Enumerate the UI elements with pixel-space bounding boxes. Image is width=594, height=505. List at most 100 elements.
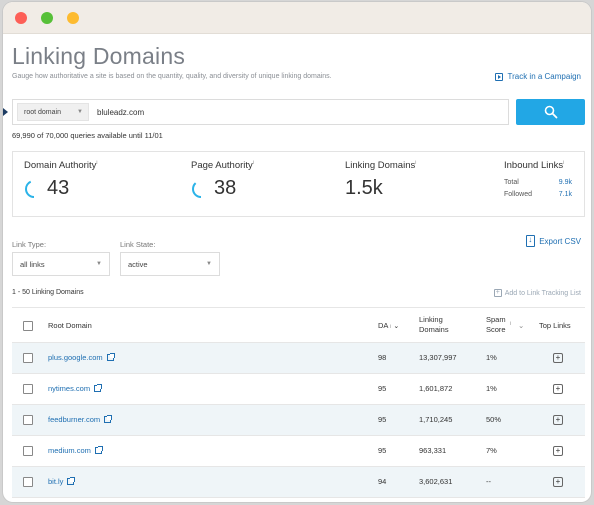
title-bar (3, 2, 591, 34)
metric-label: Page Authority (191, 160, 253, 172)
domain-link[interactable]: bit.ly (48, 477, 76, 486)
row-checkbox[interactable] (23, 477, 33, 487)
metric-page-authority: Page Authorityi 38 (191, 160, 254, 200)
sort-chevron-icon[interactable]: ⌄ (518, 321, 524, 330)
search-button[interactable] (516, 99, 585, 125)
link-type-value: all links (20, 259, 45, 269)
expand-top-links-icon[interactable]: + (553, 415, 563, 425)
col-spam-score[interactable]: Spam Score (486, 315, 506, 335)
current-row-arrow-icon (3, 108, 8, 116)
domain-link[interactable]: feedburner.com (48, 415, 113, 424)
col-root-domain[interactable]: Root Domain (48, 321, 92, 330)
authority-ring-arc (25, 179, 43, 198)
select-all-checkbox[interactable] (23, 321, 33, 331)
metric-inbound-links: Inbound Linksi Total 9.9k Followed 7.1k (504, 160, 572, 201)
external-link-icon[interactable] (94, 446, 103, 454)
add-to-tracking-label: Add to Link Tracking List (504, 289, 581, 297)
info-icon: i (390, 324, 392, 330)
export-csv-button[interactable]: Export CSV (526, 235, 581, 247)
track-campaign-label: Track in a Campaign (507, 72, 581, 81)
table-row: plus.google.com 98 13,307,997 1% + (12, 343, 585, 374)
row-checkbox[interactable] (23, 415, 33, 425)
search-input[interactable]: bluleadz.com (97, 108, 144, 117)
spam-score-value: 1% (486, 353, 497, 362)
link-state-value: active (128, 259, 148, 269)
info-icon[interactable]: i (253, 160, 254, 166)
metric-value: 1.5k (345, 177, 383, 200)
expand-top-links-icon[interactable]: + (553, 477, 563, 487)
external-link-icon[interactable] (104, 415, 113, 423)
chevron-down-icon: ▼ (96, 261, 102, 267)
domain-link[interactable]: nytimes.com (48, 384, 103, 393)
table-row: nytimes.com 95 1,601,872 1% + (12, 374, 585, 405)
row-checkbox[interactable] (23, 384, 33, 394)
da-value: 95 (378, 415, 387, 424)
add-to-tracking-button[interactable]: + Add to Link Tracking List (493, 289, 581, 297)
linking-domains-value: 1,710,245 (419, 415, 453, 424)
da-value: 98 (378, 353, 387, 362)
scope-select[interactable]: root domain ▼ (17, 103, 89, 121)
search-bar: root domain ▼ bluleadz.com (12, 99, 509, 125)
row-checkbox[interactable] (23, 446, 33, 456)
link-state-label: Link State: (120, 240, 156, 249)
domain-link[interactable]: plus.google.com (48, 353, 115, 362)
chevron-down-icon: ▼ (206, 261, 212, 267)
link-state-dropdown[interactable]: active ▼ (120, 252, 220, 276)
info-icon[interactable]: i (563, 160, 564, 166)
app-window: Linking Domains Gauge how authoritative … (3, 2, 591, 502)
results-range: 1 - 50 Linking Domains (12, 289, 84, 296)
col-da[interactable]: DA i ⌄ (378, 321, 399, 330)
authority-ring-icon (192, 179, 210, 198)
metric-label: Domain Authority (24, 160, 97, 172)
inbound-total: Total 9.9k (504, 179, 572, 187)
metric-value: 38 (214, 177, 237, 200)
table-row: feedburner.com 95 1,710,245 50% + (12, 405, 585, 436)
domain-link[interactable]: medium.com (48, 446, 103, 455)
da-value: 94 (378, 477, 387, 486)
domain-name: nytimes.com (48, 384, 91, 393)
external-link-icon[interactable] (67, 477, 76, 485)
da-value: 95 (378, 446, 387, 455)
maximize-window-button[interactable] (67, 12, 79, 24)
page-subtitle: Gauge how authoritative a site is based … (12, 73, 332, 80)
da-value: 95 (378, 384, 387, 393)
external-link-icon[interactable] (94, 384, 103, 392)
close-window-button[interactable] (15, 12, 27, 24)
search-icon (544, 105, 557, 119)
scope-select-value: root domain (24, 108, 61, 116)
col-top-links: Top Links (539, 321, 571, 330)
info-icon[interactable]: i (96, 160, 97, 166)
download-icon (526, 235, 536, 247)
authority-ring-icon (25, 179, 43, 198)
export-csv-label: Export CSV (539, 236, 581, 246)
authority-ring-arc (192, 179, 210, 198)
spam-score-value: 7% (486, 446, 497, 455)
domain-name: bit.ly (48, 477, 64, 486)
expand-top-links-icon[interactable]: + (553, 384, 563, 394)
domain-name: plus.google.com (48, 353, 103, 362)
external-link-icon[interactable] (106, 353, 115, 361)
link-type-dropdown[interactable]: all links ▼ (12, 252, 110, 276)
play-icon (495, 72, 504, 81)
main-content: Linking Domains Gauge how authoritative … (3, 35, 591, 502)
metric-label: Linking Domains (345, 160, 416, 172)
inbound-followed: Followed 7.1k (504, 191, 572, 199)
linking-domains-value: 963,331 (419, 446, 447, 455)
row-checkbox[interactable] (23, 353, 33, 363)
domain-name: medium.com (48, 446, 91, 455)
table-row: bit.ly 94 3,602,631 -- + (12, 467, 585, 498)
spam-score-value: 50% (486, 415, 502, 424)
spam-score-value: 1% (486, 384, 497, 393)
minimize-window-button[interactable] (41, 12, 53, 24)
metric-domain-authority: Domain Authorityi 43 (24, 160, 97, 200)
track-campaign-link[interactable]: Track in a Campaign (495, 72, 581, 81)
col-linking-domains[interactable]: Linking Domains (419, 315, 449, 335)
domain-name: feedburner.com (48, 415, 101, 424)
page-title: Linking Domains (12, 43, 186, 69)
table-header: Root Domain DA i ⌄ Linking Domains Spam Sc… (12, 307, 585, 343)
expand-top-links-icon[interactable]: + (553, 353, 563, 363)
expand-top-links-icon[interactable]: + (553, 446, 563, 456)
info-icon[interactable]: i (415, 160, 416, 166)
sort-chevron-icon: ⌄ (393, 323, 400, 330)
table-row: medium.com 95 963,331 7% + (12, 436, 585, 467)
